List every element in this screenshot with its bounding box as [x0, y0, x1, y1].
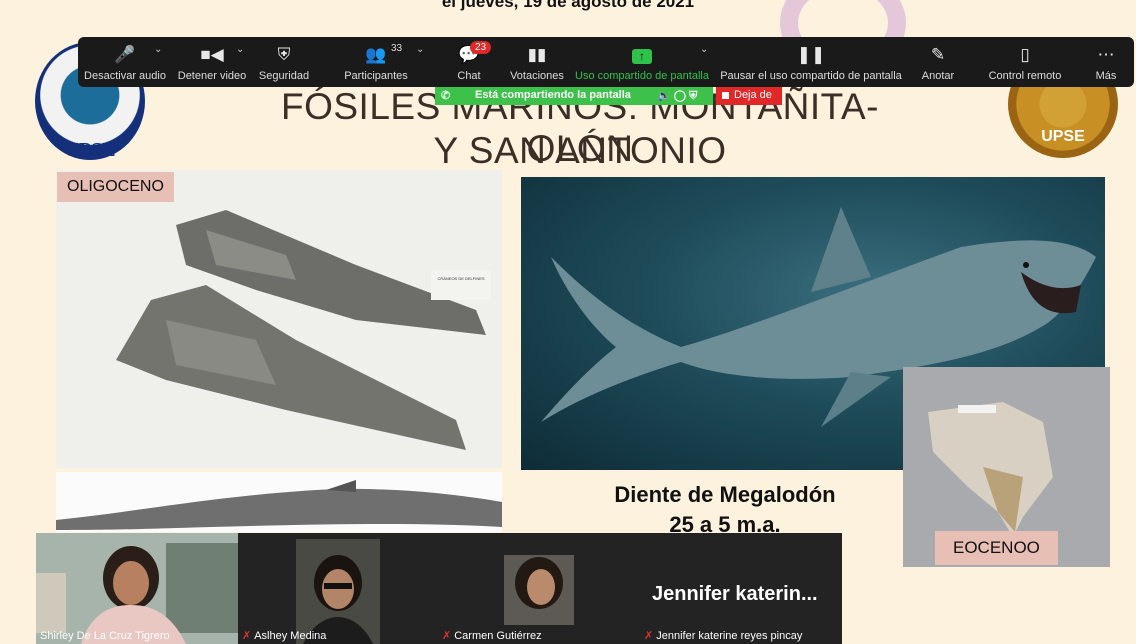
- stop-video-button[interactable]: ■◀ ⌄ Detener video: [172, 37, 252, 87]
- participant-video: [238, 533, 438, 644]
- slide-date-caption: el jueves, 19 de agosto de 2021: [441, 0, 695, 11]
- pause-share-button[interactable]: ❚❚ Pausar el uso compartido de pantalla: [718, 37, 904, 87]
- toolbar-label: Participantes: [344, 70, 408, 82]
- sharing-controls-icons[interactable]: 🔈 ◯ ⛨: [657, 89, 697, 103]
- toolbar-label: Control remoto: [988, 70, 1062, 82]
- muted-mic-icon: ✗: [644, 630, 654, 642]
- toolbar-label: Votaciones: [510, 70, 564, 82]
- pencil-icon: ✎: [930, 45, 946, 64]
- label-oligoceno: OLIGOCENO: [57, 172, 174, 202]
- shield-icon: ⛨: [277, 45, 291, 64]
- participant-display-name: Jennifer katerin...: [652, 583, 818, 605]
- participant-name: ✗ Jennifer katerine reyes pincay: [644, 629, 802, 642]
- mouse-icon: ▯: [1020, 45, 1030, 64]
- share-screen-icon: ↑: [572, 45, 712, 65]
- participants-icon: 👥: [365, 45, 387, 64]
- participant-name-text: Aslhey Medina: [254, 630, 327, 642]
- chevron-down-icon[interactable]: ⌄: [416, 44, 424, 55]
- participant-name-text: Carmen Gutiérrez: [454, 630, 542, 642]
- chat-badge: 23: [470, 41, 492, 54]
- toolbar-label: Seguridad: [258, 70, 310, 82]
- stop-sharing-label: Deja de: [734, 89, 772, 101]
- toolbar-label: Uso compartido de pantalla: [575, 70, 709, 82]
- muted-mic-icon: ✗: [442, 630, 452, 642]
- annotate-button[interactable]: ✎ Anotar: [914, 37, 962, 87]
- phone-icon: ✆: [441, 90, 451, 102]
- participants-button[interactable]: 👥 33 ⌄ Participantes: [336, 37, 424, 87]
- participants-strip: Shirley De La Cruz Tigrero ✗ Aslhey Medin…: [36, 533, 842, 644]
- dolphin-skull-photo: CRÁNEOS DE DELFINES: [56, 170, 502, 468]
- security-button[interactable]: ⛨ Seguridad: [254, 37, 314, 87]
- participant-name: Shirley De La Cruz Tigrero: [40, 630, 170, 642]
- sharing-banner-text: Está compartiendo la pantalla: [475, 89, 631, 101]
- share-screen-button[interactable]: ↑ ⌄ Uso compartido de pantalla: [572, 37, 712, 87]
- participant-video: [36, 533, 238, 644]
- chevron-down-icon[interactable]: ⌄: [154, 44, 162, 55]
- toolbar-label: Desactivar audio: [84, 70, 166, 82]
- toolbar-label: Más: [1095, 70, 1117, 82]
- toolbar-label: Chat: [457, 70, 481, 82]
- participant-name: ✗ Carmen Gutiérrez: [442, 629, 542, 642]
- more-button[interactable]: ⋯ Más: [1090, 37, 1122, 87]
- logo-right-text: UPSE: [1041, 128, 1085, 145]
- participant-tile[interactable]: ✗ Aslhey Medina: [238, 533, 438, 644]
- stop-sharing-button[interactable]: Deja de: [716, 87, 782, 105]
- pause-icon: ❚❚: [796, 45, 826, 64]
- chevron-down-icon[interactable]: ⌄: [700, 44, 708, 55]
- participant-name-text: Jennifer katerine reyes pincay: [656, 630, 803, 642]
- participant-tile[interactable]: Jennifer katerin... ✗ Jennifer katerine r…: [640, 533, 842, 644]
- dolphin-sketch: [56, 472, 502, 532]
- participant-video: [438, 533, 640, 644]
- logo-left-text: UPSE: [64, 139, 116, 161]
- stop-icon: [722, 92, 729, 99]
- participants-count: 33: [391, 43, 403, 54]
- remote-control-button[interactable]: ▯ Control remoto: [982, 37, 1068, 87]
- chevron-down-icon[interactable]: ⌄: [236, 44, 244, 55]
- toolbar-label: Pausar el uso compartido de pantalla: [720, 70, 902, 82]
- participant-name: ✗ Aslhey Medina: [242, 629, 326, 642]
- sharing-banner: ✆ Está compartiendo la pantalla 🔈 ◯ ⛨: [435, 87, 713, 105]
- muted-mic-icon: ✗: [242, 630, 252, 642]
- poll-icon: ▮▮: [527, 45, 547, 64]
- megalodon-caption-line1: Diente de Megalodón: [614, 482, 836, 507]
- meeting-toolbar: 🎤 ⌄ Desactivar audio ■◀ ⌄ Detener video …: [78, 37, 1134, 87]
- label-eoceno: EOCENOO: [935, 531, 1058, 565]
- skull-card-text: CRÁNEOS DE DELFINES: [437, 276, 484, 281]
- toolbar-label: Anotar: [921, 70, 955, 82]
- toolbar-label: Detener video: [177, 70, 247, 82]
- participant-tile[interactable]: ✗ Carmen Gutiérrez: [438, 533, 640, 644]
- more-icon: ⋯: [1097, 45, 1115, 64]
- mute-audio-button[interactable]: 🎤 ⌄ Desactivar audio: [82, 37, 168, 87]
- participant-tile[interactable]: Shirley De La Cruz Tigrero: [36, 533, 238, 644]
- chat-button[interactable]: 💬 23 Chat: [448, 37, 492, 87]
- slide-title-line2: Y SAN ANTONIO: [433, 130, 727, 171]
- polls-button[interactable]: ▮▮ Votaciones: [508, 37, 566, 87]
